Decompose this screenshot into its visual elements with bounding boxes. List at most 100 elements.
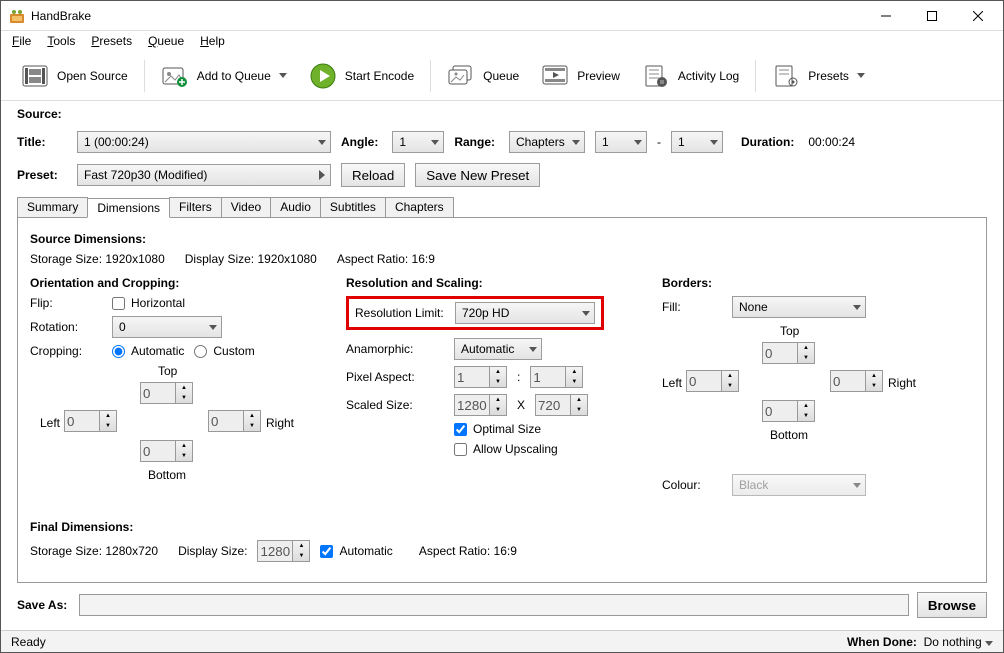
add-to-queue-button[interactable]: Add to Queue xyxy=(151,57,297,95)
tabs-bar: Summary Dimensions Filters Video Audio S… xyxy=(17,197,987,218)
angle-label: Angle: xyxy=(341,135,378,149)
pixel-aspect-b-spinner[interactable]: ▲▼ xyxy=(530,366,583,388)
when-done-dropdown[interactable]: Do nothing xyxy=(924,635,993,649)
chevron-down-icon xyxy=(209,325,217,330)
scaled-x: X xyxy=(517,398,525,412)
border-top-spinner[interactable]: ▲▼ xyxy=(762,342,815,364)
scaled-width-input[interactable] xyxy=(455,395,489,415)
allow-upscaling-label: Allow Upscaling xyxy=(473,442,558,456)
title-dropdown[interactable]: 1 (00:00:24) xyxy=(77,131,331,153)
border-bottom-input[interactable] xyxy=(763,401,797,421)
crop-bottom-input[interactable] xyxy=(141,441,175,461)
range-to-dropdown[interactable]: 1 xyxy=(671,131,723,153)
border-left-input[interactable] xyxy=(687,371,721,391)
browse-button[interactable]: Browse xyxy=(917,592,987,618)
final-auto-checkbox[interactable]: Automatic xyxy=(320,544,392,558)
resolution-limit-dropdown[interactable]: 720p HD xyxy=(455,302,595,324)
minimize-button[interactable] xyxy=(863,1,909,31)
crop-right-input[interactable] xyxy=(209,411,243,431)
pixel-aspect-a-spinner[interactable]: ▲▼ xyxy=(454,366,507,388)
rotation-label: Rotation: xyxy=(30,320,102,334)
flip-horizontal-input[interactable] xyxy=(112,297,125,310)
pixel-aspect-a-input[interactable] xyxy=(455,367,489,387)
crop-right-spinner[interactable]: ▲▼ xyxy=(208,410,261,432)
anamorphic-dropdown[interactable]: Automatic xyxy=(454,338,542,360)
chevron-down-icon xyxy=(582,311,590,316)
reload-button[interactable]: Reload xyxy=(341,163,405,187)
menu-file[interactable]: File xyxy=(5,32,38,50)
border-bottom-spinner[interactable]: ▲▼ xyxy=(762,400,815,422)
duration-value: 00:00:24 xyxy=(808,135,855,149)
crop-auto-input[interactable] xyxy=(112,345,125,358)
crop-custom-radio[interactable]: Custom xyxy=(194,344,254,358)
optimal-size-input[interactable] xyxy=(454,423,467,436)
resolution-limit-highlight: Resolution Limit: 720p HD xyxy=(346,296,604,330)
crop-left-input[interactable] xyxy=(65,411,99,431)
border-top-input[interactable] xyxy=(763,343,797,363)
menu-queue[interactable]: Queue xyxy=(141,32,191,50)
menu-bar: File Tools Presets Queue Help xyxy=(1,31,1003,51)
menu-tools[interactable]: Tools xyxy=(40,32,82,50)
presets-label: Presets xyxy=(808,69,849,83)
save-as-label: Save As: xyxy=(17,598,67,612)
crop-bottom-spinner[interactable]: ▲▼ xyxy=(140,440,193,462)
queue-button[interactable]: Queue xyxy=(437,57,529,95)
crop-top-input[interactable] xyxy=(141,383,175,403)
close-button[interactable] xyxy=(955,1,1001,31)
final-display-spinner[interactable]: ▲▼ xyxy=(257,540,310,562)
final-storage-size: Storage Size: 1280x720 xyxy=(30,544,158,558)
border-right-input[interactable] xyxy=(831,371,865,391)
crop-top-spinner[interactable]: ▲▼ xyxy=(140,382,193,404)
menu-help[interactable]: Help xyxy=(193,32,232,50)
range-from-dropdown[interactable]: 1 xyxy=(595,131,647,153)
pixel-aspect-b-input[interactable] xyxy=(531,367,565,387)
border-right-spinner[interactable]: ▲▼ xyxy=(830,370,883,392)
range-type-value: Chapters xyxy=(516,135,565,149)
presets-button[interactable]: Presets xyxy=(762,57,875,95)
chevron-down-icon xyxy=(431,140,439,145)
open-source-button[interactable]: Open Source xyxy=(11,57,138,95)
chevron-down-icon xyxy=(710,140,718,145)
fill-value: None xyxy=(739,300,768,314)
source-dimensions-heading: Source Dimensions: xyxy=(30,232,974,246)
crop-left-spinner[interactable]: ▲▼ xyxy=(64,410,117,432)
activity-log-button[interactable]: Activity Log xyxy=(632,57,749,95)
tab-chapters[interactable]: Chapters xyxy=(385,197,454,217)
duration-label: Duration: xyxy=(741,135,794,149)
save-new-preset-button[interactable]: Save New Preset xyxy=(415,163,540,187)
open-source-label: Open Source xyxy=(57,69,128,83)
save-as-input[interactable] xyxy=(79,594,909,616)
maximize-button[interactable] xyxy=(909,1,955,31)
range-to-value: 1 xyxy=(678,135,685,149)
crop-auto-radio[interactable]: Automatic xyxy=(112,344,184,358)
menu-presets[interactable]: Presets xyxy=(84,32,139,50)
crop-right-label: Right xyxy=(266,416,294,430)
final-auto-input[interactable] xyxy=(320,545,333,558)
final-display-input[interactable] xyxy=(258,541,292,561)
crop-custom-input[interactable] xyxy=(194,345,207,358)
tab-filters[interactable]: Filters xyxy=(169,197,222,217)
tab-video[interactable]: Video xyxy=(221,197,271,217)
colour-value: Black xyxy=(739,478,768,492)
fill-dropdown[interactable]: None xyxy=(732,296,866,318)
tab-summary[interactable]: Summary xyxy=(17,197,88,217)
preview-button[interactable]: Preview xyxy=(531,57,630,95)
flip-label: Flip: xyxy=(30,296,102,310)
angle-dropdown[interactable]: 1 xyxy=(392,131,444,153)
flip-horizontal-checkbox[interactable]: Horizontal xyxy=(112,296,185,310)
preset-dropdown[interactable]: Fast 720p30 (Modified) xyxy=(77,164,331,186)
tab-subtitles[interactable]: Subtitles xyxy=(320,197,386,217)
scaled-height-input[interactable] xyxy=(536,395,570,415)
optimal-size-checkbox[interactable]: Optimal Size xyxy=(454,422,541,436)
start-encode-button[interactable]: Start Encode xyxy=(299,57,424,95)
rotation-dropdown[interactable]: 0 xyxy=(112,316,222,338)
border-left-spinner[interactable]: ▲▼ xyxy=(686,370,739,392)
scaled-width-spinner[interactable]: ▲▼ xyxy=(454,394,507,416)
range-type-dropdown[interactable]: Chapters xyxy=(509,131,585,153)
tab-audio[interactable]: Audio xyxy=(270,197,321,217)
tab-dimensions[interactable]: Dimensions xyxy=(87,198,170,218)
scaled-height-spinner[interactable]: ▲▼ xyxy=(535,394,588,416)
allow-upscaling-checkbox[interactable]: Allow Upscaling xyxy=(454,442,558,456)
resolution-limit-value: 720p HD xyxy=(462,306,509,320)
allow-upscaling-input[interactable] xyxy=(454,443,467,456)
